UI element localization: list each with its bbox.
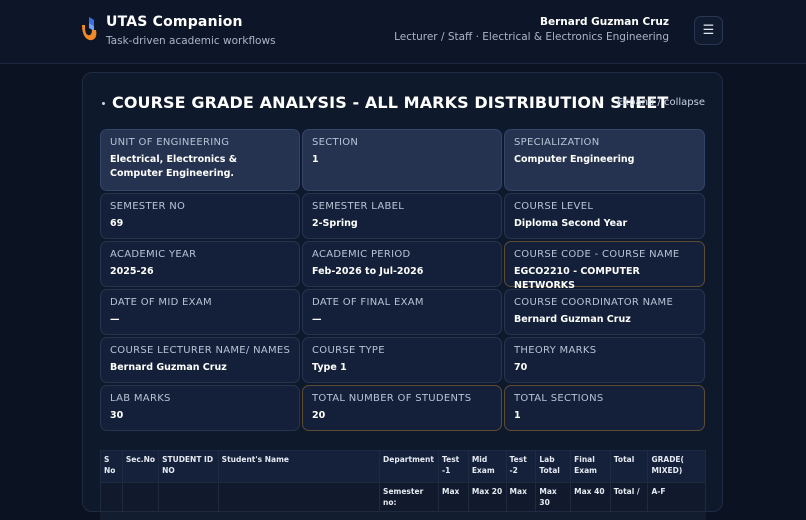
field-total-sections: TOTAL SECTIONS 1	[504, 385, 705, 431]
col-header-total: Total	[609, 450, 649, 483]
expand-collapse-link[interactable]: Expand / collapse	[617, 97, 705, 108]
table-cell	[121, 482, 160, 512]
table-cell: Max 20	[467, 482, 507, 512]
field-value: 1	[514, 410, 521, 421]
field-label: UNIT OF ENGINEERING	[110, 137, 230, 148]
field-value: Diploma Second Year	[514, 218, 628, 229]
field-value: Bernard Guzman Cruz	[514, 314, 631, 325]
field-label: COURSE LECTURER NAME/ NAMES	[110, 345, 291, 356]
col-header-student-name: Student's Name	[217, 450, 381, 483]
user-role: Lecturer / Staff · Electrical & Electron…	[394, 31, 669, 43]
field-value: 1	[312, 154, 319, 165]
field-label: ACADEMIC YEAR	[110, 249, 197, 260]
field-date-mid-exam: DATE OF MID EXAM —	[100, 289, 300, 335]
table-cell: Max	[505, 482, 537, 512]
table-cell: Max 40	[570, 482, 611, 512]
menu-button[interactable]: ☰	[694, 16, 723, 45]
user-name: Bernard Guzman Cruz	[539, 16, 669, 28]
field-value: 20	[312, 410, 326, 421]
field-label: SEMESTER LABEL	[312, 201, 405, 212]
field-label: COURSE COORDINATOR NAME	[514, 297, 674, 308]
col-header-student-id: STUDENT ID NO	[158, 450, 219, 483]
table-cell: Total /	[609, 482, 649, 512]
field-value: Bernard Guzman Cruz	[110, 362, 227, 373]
table-cell: Max	[438, 482, 469, 512]
field-value: 69	[110, 218, 124, 229]
col-header-s-no: S No	[100, 450, 123, 483]
field-value: 70	[514, 362, 528, 373]
field-value: 2025-26	[110, 266, 154, 277]
field-semester-label: SEMESTER LABEL 2-Spring	[302, 193, 502, 239]
field-semester-no: SEMESTER NO 69	[100, 193, 300, 239]
table-cell	[217, 482, 381, 512]
table-cell	[158, 482, 219, 512]
app-title: UTAS Companion	[106, 14, 243, 30]
field-label: SEMESTER NO	[110, 201, 186, 212]
table-cell: Semester no:	[379, 482, 439, 512]
table-cell	[100, 482, 123, 512]
col-header-mid-exam: Mid Exam	[467, 450, 507, 483]
app-subtitle: Task-driven academic workflows	[106, 35, 276, 47]
field-lab-marks: LAB MARKS 30	[100, 385, 300, 431]
bullet-icon	[102, 102, 105, 105]
field-label: DATE OF MID EXAM	[110, 297, 212, 308]
field-course-level: COURSE LEVEL Diploma Second Year	[504, 193, 705, 239]
field-value: Computer Engineering	[514, 154, 635, 165]
table-header-row: S No Sec.No STUDENT ID NO Student's Name…	[100, 450, 706, 483]
field-label: LAB MARKS	[110, 393, 171, 404]
field-value: 2-Spring	[312, 218, 358, 229]
field-label: TOTAL SECTIONS	[514, 393, 604, 404]
col-header-final-exam: Final Exam	[570, 450, 611, 483]
table-row: Semester no: Max Max 20 Max Max 30 Max 4…	[100, 482, 706, 512]
field-academic-period: ACADEMIC PERIOD Feb-2026 to Jul-2026	[302, 241, 502, 287]
field-value: Feb-2026 to Jul-2026	[312, 266, 424, 277]
field-value: 30	[110, 410, 124, 421]
field-academic-year: ACADEMIC YEAR 2025-26	[100, 241, 300, 287]
marks-distribution-table: S No Sec.No STUDENT ID NO Student's Name…	[100, 450, 706, 520]
col-header-sec-no: Sec.No	[121, 450, 160, 483]
col-header-department: Department	[379, 450, 439, 483]
field-course-coordinator: COURSE COORDINATOR NAME Bernard Guzman C…	[504, 289, 705, 335]
field-course-type: COURSE TYPE Type 1	[302, 337, 502, 383]
top-bar: UTAS Companion Task-driven academic work…	[0, 0, 806, 64]
col-header-lab-total: Lab Total	[535, 450, 572, 483]
col-header-grade: GRADE( MIXED)	[647, 450, 706, 483]
field-value: —	[110, 314, 120, 325]
field-value: Type 1	[312, 362, 347, 373]
field-label: THEORY MARKS	[514, 345, 597, 356]
field-label: TOTAL NUMBER OF STUDENTS	[312, 393, 472, 404]
col-header-test-2: Test -2	[505, 450, 537, 483]
field-label: ACADEMIC PERIOD	[312, 249, 411, 260]
field-label: SECTION	[312, 137, 359, 148]
field-unit-of-engineering: UNIT OF ENGINEERING Electrical, Electron…	[100, 129, 300, 191]
field-specialization: SPECIALIZATION Computer Engineering	[504, 129, 705, 191]
grade-analysis-card: COURSE GRADE ANALYSIS - ALL MARKS DISTRI…	[82, 72, 723, 520]
field-label: DATE OF FINAL EXAM	[312, 297, 424, 308]
field-label: SPECIALIZATION	[514, 137, 600, 148]
col-header-test-1: Test -1	[438, 450, 469, 483]
field-date-final-exam: DATE OF FINAL EXAM —	[302, 289, 502, 335]
field-course-code-name: COURSE CODE - COURSE NAME EGCO2210 - COM…	[504, 241, 705, 291]
utas-logo-icon	[82, 17, 97, 41]
card-title: COURSE GRADE ANALYSIS - ALL MARKS DISTRI…	[112, 93, 669, 112]
field-course-lecturer: COURSE LECTURER NAME/ NAMES Bernard Guzm…	[100, 337, 300, 383]
table-cell: Max 30	[535, 482, 572, 512]
field-label: COURSE TYPE	[312, 345, 385, 356]
table-cell: A-F	[647, 482, 706, 512]
field-section: SECTION 1	[302, 129, 502, 191]
field-theory-marks: THEORY MARKS 70	[504, 337, 705, 383]
field-value: Electrical, Electronics & Computer Engin…	[110, 154, 237, 179]
field-total-students: TOTAL NUMBER OF STUDENTS 20	[302, 385, 502, 431]
field-label: COURSE CODE - COURSE NAME	[514, 249, 680, 260]
field-value: —	[312, 314, 322, 325]
field-label: COURSE LEVEL	[514, 201, 594, 212]
hamburger-icon: ☰	[702, 23, 715, 38]
